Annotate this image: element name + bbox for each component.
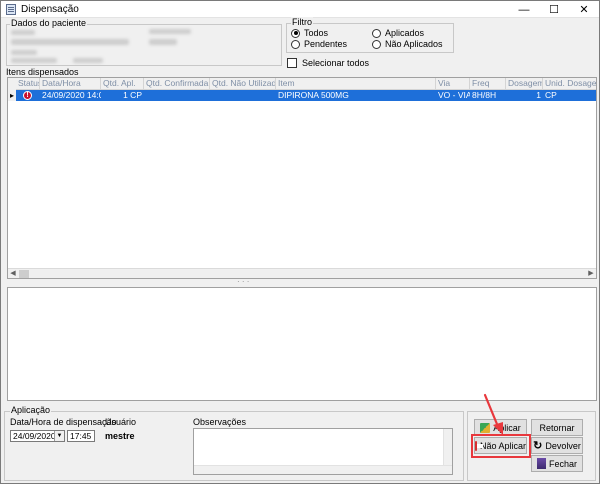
col-header-status[interactable]: Status bbox=[16, 78, 40, 90]
redacted-patient-field bbox=[149, 29, 191, 34]
row-indicator-icon: ▸ bbox=[8, 90, 16, 101]
patient-group-label: Dados do paciente bbox=[10, 18, 88, 28]
items-group-label: Itens dispensados bbox=[6, 67, 79, 77]
select-all-label: Selecionar todos bbox=[302, 58, 370, 68]
title-bar: Dispensação — ☐ ✕ bbox=[1, 1, 599, 18]
cell-via: VO - VIA bbox=[438, 90, 470, 100]
cell-freq: 8H/8H bbox=[472, 90, 497, 100]
aplicacao-group-label: Aplicação bbox=[10, 405, 52, 415]
col-header-qtd-confirmada[interactable]: Qtd. Confirmada bbox=[144, 78, 210, 90]
radio-dot bbox=[372, 28, 381, 38]
col-header-freq[interactable]: Freq bbox=[470, 78, 506, 90]
col-header-data-hora[interactable]: Data/Hora bbox=[40, 78, 101, 90]
cell-qtd-nao-utilizada bbox=[210, 90, 276, 101]
user-value: mestre bbox=[105, 431, 135, 441]
col-header-dosagem[interactable]: Dosagem bbox=[506, 78, 543, 90]
cell-dosagem: 1 bbox=[536, 90, 541, 100]
cell-qtd-apl: 1 CP bbox=[123, 90, 142, 100]
radio-dot bbox=[291, 28, 300, 38]
alert-icon: ! bbox=[23, 91, 32, 100]
time-value: 17:45 bbox=[70, 431, 92, 441]
dispensacao-window: Dispensação — ☐ ✕ Dados do paciente Filt… bbox=[0, 0, 600, 484]
date-picker[interactable]: 24/09/2020 ▼ bbox=[10, 430, 65, 442]
minimize-button[interactable]: — bbox=[509, 1, 539, 18]
cell-item: DIPIRONA 500MG bbox=[278, 90, 349, 100]
fechar-label: Fechar bbox=[548, 458, 577, 469]
redacted-patient-field bbox=[11, 30, 35, 35]
fechar-button[interactable]: Fechar bbox=[531, 455, 583, 472]
filter-nao-aplicados-label: Não Aplicados bbox=[385, 39, 443, 49]
datetime-label: Data/Hora de dispensação bbox=[10, 417, 117, 427]
filter-group-label: Filtro bbox=[291, 17, 313, 27]
radio-dot bbox=[372, 39, 381, 49]
redacted-patient-field bbox=[11, 58, 57, 63]
col-header-item[interactable]: Item bbox=[276, 78, 436, 90]
grid-horizontal-scrollbar[interactable]: ◀ ▶ bbox=[8, 268, 596, 278]
cell-unid-dosagem: CP bbox=[545, 90, 557, 100]
items-grid: Status Data/Hora Qtd. Apl. Qtd. Confirma… bbox=[7, 77, 597, 279]
scroll-right-icon[interactable]: ▶ bbox=[586, 269, 596, 278]
checkbox-box bbox=[287, 58, 297, 68]
grid-header: Status Data/Hora Qtd. Apl. Qtd. Confirma… bbox=[8, 78, 596, 90]
cell-data-hora: 24/09/2020 14:00 bbox=[42, 90, 101, 100]
annotation-arrow-icon bbox=[483, 393, 503, 435]
close-button[interactable]: ✕ bbox=[569, 1, 599, 18]
pane-splitter[interactable] bbox=[7, 277, 597, 286]
col-header-qtd-apl[interactable]: Qtd. Apl. bbox=[101, 78, 144, 90]
filter-aplicados-label: Aplicados bbox=[385, 28, 425, 38]
door-icon bbox=[536, 458, 546, 469]
filter-pendentes-radio[interactable]: Pendentes bbox=[291, 39, 347, 49]
highlight-box bbox=[471, 434, 531, 458]
scroll-left-icon[interactable]: ◀ bbox=[8, 269, 18, 278]
filter-nao-aplicados-radio[interactable]: Não Aplicados bbox=[372, 39, 443, 49]
col-header-unid-dosagem[interactable]: Unid. Dosagem bbox=[543, 78, 596, 90]
radio-dot bbox=[291, 39, 300, 49]
observacoes-label: Observações bbox=[193, 417, 247, 427]
cell-qtd-confirmada bbox=[144, 90, 210, 101]
filter-todos-label: Todos bbox=[304, 28, 329, 38]
retornar-label: Retornar bbox=[539, 422, 575, 433]
filter-pendentes-label: Pendentes bbox=[304, 39, 348, 49]
retornar-button[interactable]: Retornar bbox=[531, 419, 583, 436]
select-all-checkbox[interactable]: Selecionar todos bbox=[287, 58, 369, 68]
memo-horizontal-scrollbar[interactable] bbox=[194, 465, 452, 474]
table-row[interactable]: ▸ ! 24/09/2020 14:00 1 CP DIPIRONA 500MG… bbox=[8, 90, 596, 101]
filter-aplicados-radio[interactable]: Aplicados bbox=[372, 28, 424, 38]
time-field[interactable]: 17:45 bbox=[67, 430, 95, 442]
chevron-down-icon[interactable]: ▼ bbox=[54, 431, 64, 441]
redacted-patient-field bbox=[149, 39, 177, 45]
user-label: Usuário bbox=[105, 417, 137, 427]
redacted-patient-field bbox=[11, 39, 129, 45]
detail-panel bbox=[7, 287, 597, 401]
redacted-patient-field bbox=[73, 58, 103, 63]
observacoes-textarea[interactable] bbox=[193, 428, 453, 475]
col-header-via[interactable]: Via bbox=[436, 78, 470, 90]
date-value: 24/09/2020 bbox=[13, 431, 56, 441]
scroll-thumb[interactable] bbox=[19, 270, 29, 278]
window-icon bbox=[6, 4, 16, 15]
devolver-button[interactable]: ↻ Devolver bbox=[531, 437, 583, 454]
col-header-qtd-nao-utilizada[interactable]: Qtd. Não Utilizada bbox=[210, 78, 276, 90]
return-icon: ↻ bbox=[533, 439, 543, 452]
window-title: Dispensação bbox=[21, 4, 79, 15]
devolver-label: Devolver bbox=[545, 440, 581, 451]
maximize-button[interactable]: ☐ bbox=[539, 1, 569, 18]
filter-todos-radio[interactable]: Todos bbox=[291, 28, 328, 38]
redacted-patient-field bbox=[11, 50, 37, 55]
